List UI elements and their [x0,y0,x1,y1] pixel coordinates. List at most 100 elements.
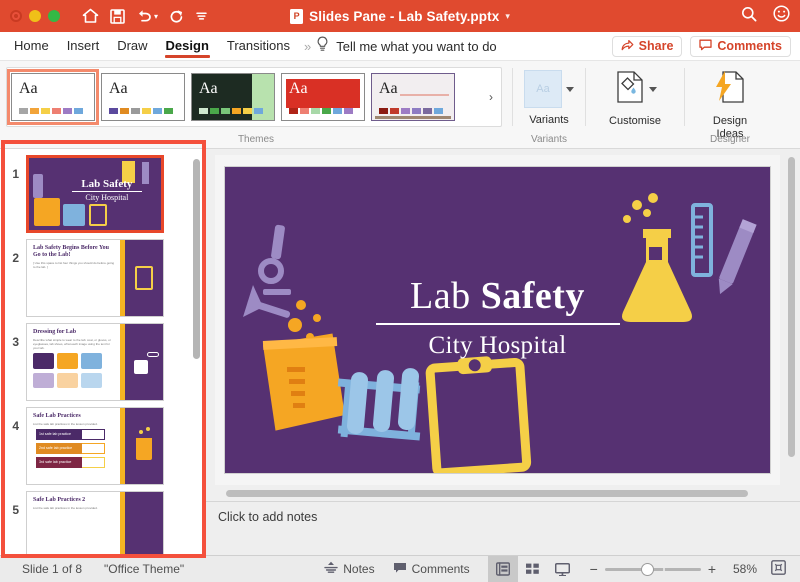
tab-transitions[interactable]: Transitions [227,32,290,61]
title-chevron-down-icon[interactable]: ▾ [505,11,510,22]
slides-pane[interactable]: 1 Lab Safety City Hospital [0,149,205,555]
variants-button[interactable]: Aa [524,70,574,108]
fit-slide-button[interactable] [771,560,786,578]
mini-content-left: Safe Lab Practices 2 List the safe lab p… [27,492,120,555]
ruler-icon [693,205,711,275]
zoom-window-button[interactable] [48,10,60,22]
slideshow-button[interactable] [548,556,578,582]
tab-home[interactable]: Home [14,32,49,61]
tab-draw[interactable]: Draw [117,32,147,61]
minimize-window-button[interactable] [29,10,41,22]
mini-practice-row: 2nd safe lab practice [37,443,105,454]
customize-toolbar-icon[interactable] [195,10,208,23]
close-window-button[interactable] [10,10,22,22]
slide-number: 5 [8,491,26,517]
mini-subtext: List the safe lab practices in the lesso… [33,506,116,510]
slide-thumbnail-5[interactable]: Safe Lab Practices 2 List the safe lab p… [26,491,164,555]
mini-title-rule [72,191,142,192]
lightbulb-icon [316,36,329,57]
slide-thumbnail-item[interactable]: 1 Lab Safety City Hospital [0,149,204,233]
zoom-slider-handle[interactable] [641,563,654,576]
mini-practice-row: 1st safe lab practice [37,429,105,440]
themes-gallery[interactable]: Aa Aa Aa [6,67,502,127]
zoom-in-button[interactable]: + [708,563,716,575]
themes-group: Aa Aa Aa [0,61,512,148]
mini-goggles-icon [147,352,159,357]
theme-item-1[interactable]: Aa [101,73,185,121]
slide-thumbnail-item[interactable]: 5 Safe Lab Practices 2 List the safe lab… [0,485,204,555]
normal-view-button[interactable] [488,556,518,582]
slides-pane-scrollbar-thumb[interactable] [193,159,200,359]
theme-item-4[interactable]: Aa [371,73,455,121]
theme-item-3[interactable]: Aa [281,73,365,121]
tell-me-label[interactable]: Tell me what you want to do [336,39,496,54]
theme-item-2[interactable]: Aa [191,73,275,121]
design-ideas-button[interactable] [713,70,747,109]
slide-thumbnail-item[interactable]: 4 Safe Lab Practices List the safe lab p… [0,401,204,485]
mini-heading: Dressing for Lab [33,329,116,336]
slide-title-block[interactable]: Lab Safety City Hospital [358,275,638,360]
slide-subtitle: City Hospital [358,332,638,360]
zoom-slider-track[interactable] [605,568,701,571]
vertical-scrollbar-thumb[interactable] [788,157,795,457]
chevron-down-icon[interactable] [566,87,574,92]
horizontal-scrollbar-thumb[interactable] [226,490,748,497]
slide-title: Lab Safety [358,275,638,317]
mini-clipboard-icon [135,266,153,290]
theme-item-0[interactable]: Aa [11,73,95,121]
slide-thumbnail-item[interactable]: 2 Lab Safety Begins Before You Go to the… [0,233,204,317]
slide-thumbnail-item[interactable]: 3 Dressing for Lab Describe what simple … [0,317,204,401]
slide-thumbnail-1[interactable]: Lab Safety City Hospital [26,155,164,233]
theme-swatches [379,108,443,114]
slide-vertical-scrollbar[interactable] [788,157,795,475]
redo-icon[interactable] [169,9,184,24]
notes-placeholder[interactable]: Click to add notes [206,502,800,524]
share-button[interactable]: Share [612,36,683,57]
chevron-down-icon[interactable] [649,87,657,92]
zoom-out-button[interactable]: − [590,563,598,575]
customise-button[interactable] [613,70,657,109]
mini-practice-label: 3rd safe lab practice [36,457,82,468]
undo-icon[interactable]: ▾ [136,9,158,23]
ribbon-overflow-icon[interactable]: » [304,39,309,54]
search-icon[interactable] [741,6,757,27]
variants-button-label: Variants [529,114,569,127]
comments-toggle-button[interactable]: Comments [393,562,470,577]
notes-pane[interactable]: Click to add notes [206,501,800,555]
slide-horizontal-scrollbar[interactable] [226,490,770,497]
slide-sorter-button[interactable] [518,556,548,582]
tab-insert[interactable]: Insert [67,32,100,61]
tell-me-box[interactable]: » Tell me what you want to do [304,36,497,57]
slide-title-divider [376,323,620,325]
comments-button[interactable]: Comments [690,36,791,57]
slide-canvas-container: Lab Safety City Hospital [215,155,780,485]
customise-button-label: Customise [609,115,661,128]
slide-thumbnail-4[interactable]: Safe Lab Practices List the safe lab pra… [26,407,164,485]
slide-title-part1: Lab [410,275,481,317]
designer-group: Design Ideas Designer [685,61,775,148]
variants-swatch-icon: Aa [524,70,562,108]
account-icon[interactable] [773,5,790,27]
save-icon[interactable] [110,9,125,24]
share-icon [621,38,634,54]
beaker-icon [263,333,346,431]
mini-accent-panel [125,240,163,316]
comments-label: Comments [412,562,470,576]
slides-pane-scrollbar[interactable] [193,157,200,547]
themes-next-button[interactable]: › [489,68,497,126]
notes-toggle-button[interactable]: Notes [324,561,374,577]
notes-icon [324,561,338,577]
mini-slide-content: Safe Lab Practices 2 List the safe lab p… [27,492,163,555]
mini-accent-panel [125,492,163,555]
slide-thumbnail-2[interactable]: Lab Safety Begins Before You Go to the L… [26,239,164,317]
slide-thumbnail-3[interactable]: Dressing for Lab Describe what simple to… [26,323,164,401]
quick-access-toolbar: ▾ [82,8,208,24]
mini-slide-content: Lab Safety Begins Before You Go to the L… [27,240,163,316]
home-icon[interactable] [82,8,99,24]
mini-card-row [33,373,116,388]
status-center-actions: Notes Comments [324,561,469,577]
variants-group: Aa Variants Variants [513,61,585,148]
zoom-control[interactable]: − + 58% [590,562,757,576]
current-slide-canvas[interactable]: Lab Safety City Hospital [225,167,770,473]
tab-design[interactable]: Design [166,32,209,61]
